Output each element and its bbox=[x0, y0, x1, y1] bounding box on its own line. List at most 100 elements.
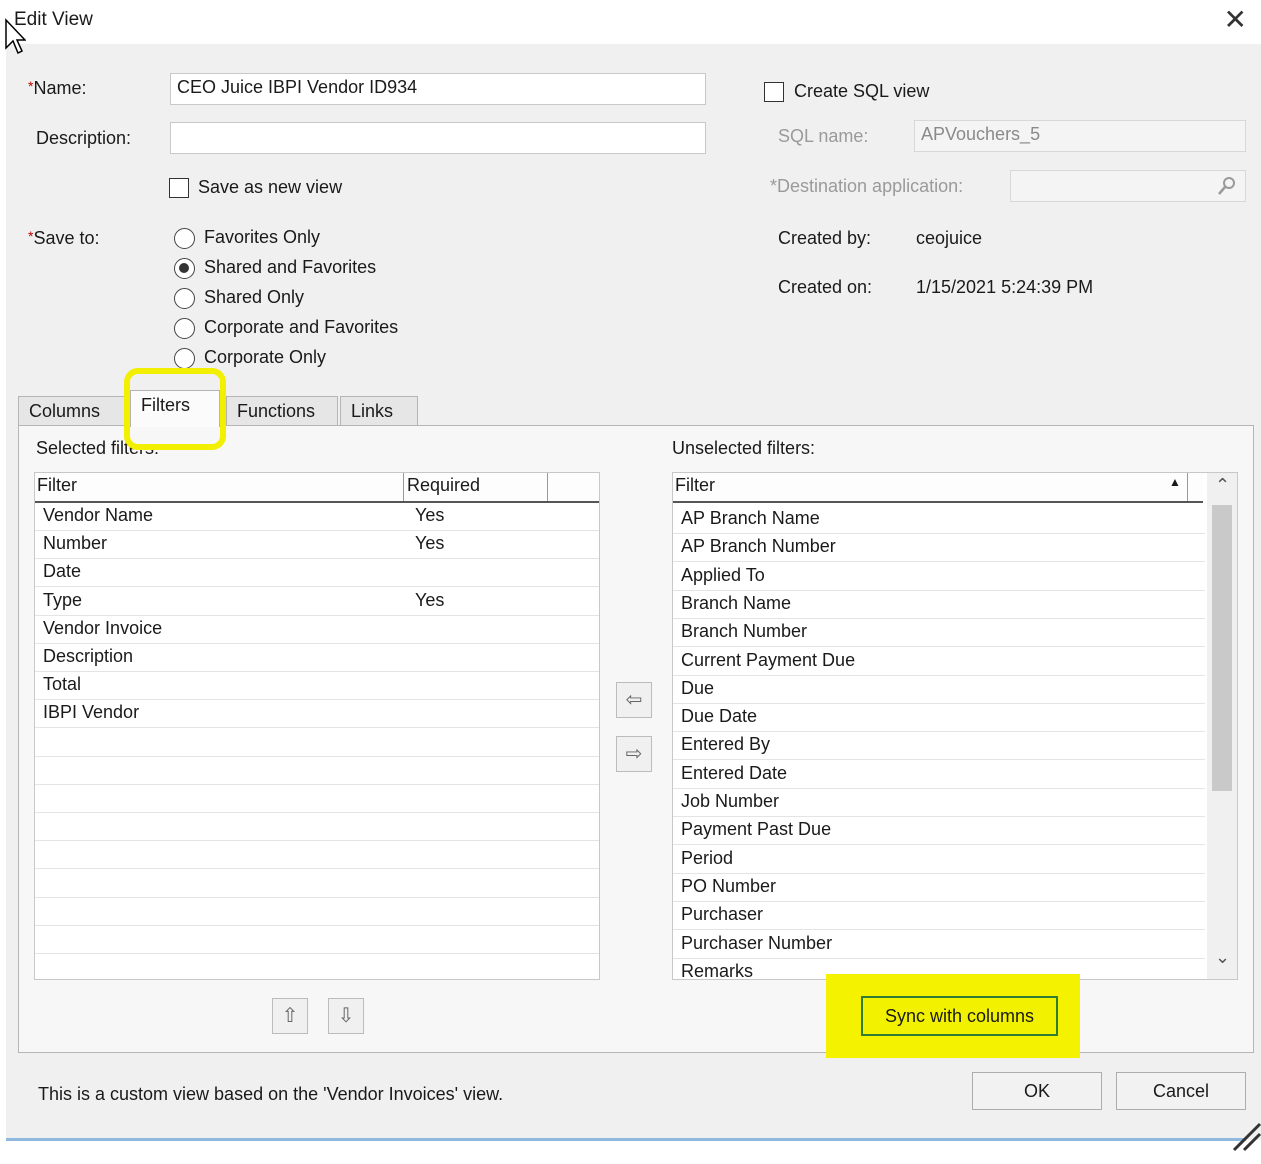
radio-label-shared-and-favorites: Shared and Favorites bbox=[204, 257, 377, 277]
table-row[interactable] bbox=[35, 926, 599, 954]
column-divider bbox=[547, 473, 548, 501]
list-item[interactable]: AP Branch Number bbox=[673, 534, 1205, 563]
edit-view-dialog: Edit View ✕ *Name: CEO Juice IBPI Vendor… bbox=[6, 0, 1261, 1140]
radio-corporate-only[interactable] bbox=[174, 348, 195, 369]
list-item[interactable]: Due bbox=[673, 676, 1205, 704]
list-item[interactable]: Branch Number bbox=[673, 619, 1205, 648]
list-item[interactable]: Due Date bbox=[673, 704, 1205, 733]
table-row[interactable]: IBPI Vendor bbox=[35, 700, 599, 729]
list-item[interactable]: Entered Date bbox=[673, 761, 1205, 789]
required-cell: Yes bbox=[415, 505, 445, 525]
table-row[interactable]: Description bbox=[35, 644, 599, 672]
create-sql-view-checkbox[interactable] bbox=[764, 82, 784, 102]
filter-name-cell: Date bbox=[43, 561, 82, 582]
filter-name-cell: Description bbox=[43, 646, 134, 666]
tab-functions[interactable]: Functions bbox=[226, 396, 338, 426]
footer-note: This is a custom view based on the 'Vend… bbox=[38, 1084, 504, 1104]
mouse-cursor-icon bbox=[5, 18, 26, 55]
list-item[interactable]: Period bbox=[673, 846, 1205, 874]
tab-links[interactable]: Links bbox=[340, 396, 418, 426]
unselected-filters-list[interactable]: Filter ▲ AP Branch Name AP Branch Number A… bbox=[672, 472, 1238, 980]
unselected-filters-header: Filter ▲ bbox=[673, 473, 1203, 503]
window-bottom-edge bbox=[6, 1138, 1246, 1141]
save-as-new-label: Save as new view bbox=[198, 177, 343, 197]
table-row[interactable] bbox=[35, 954, 599, 979]
table-row[interactable]: Vendor Invoice bbox=[35, 616, 599, 644]
created-on-label: Created on: bbox=[778, 277, 873, 297]
scroll-up-icon[interactable]: ⌃ bbox=[1215, 475, 1230, 496]
table-row[interactable] bbox=[35, 757, 599, 785]
description-field[interactable] bbox=[170, 122, 706, 154]
ok-button[interactable]: OK bbox=[972, 1072, 1102, 1110]
scroll-down-icon[interactable]: ⌄ bbox=[1215, 947, 1230, 968]
filter-name-cell: Total bbox=[43, 674, 82, 695]
name-label: *Name: bbox=[28, 78, 87, 98]
selected-filters-list[interactable]: Filter Required Vendor Name Yes Number Yes D… bbox=[34, 472, 600, 980]
list-item[interactable]: Applied To bbox=[673, 563, 1205, 591]
save-to-label: *Save to: bbox=[28, 228, 100, 248]
list-item[interactable]: PO Number bbox=[673, 874, 1205, 902]
name-field[interactable]: CEO Juice IBPI Vendor ID934 bbox=[170, 73, 706, 105]
required-cell: Yes bbox=[415, 533, 445, 554]
move-left-button[interactable]: ⇦ bbox=[616, 682, 652, 718]
filter-name-cell: Type bbox=[43, 589, 83, 610]
filter-name-cell: Vendor Name bbox=[43, 505, 154, 525]
table-row[interactable] bbox=[35, 841, 599, 870]
resize-grip-icon[interactable] bbox=[1228, 1118, 1261, 1152]
table-row[interactable] bbox=[35, 898, 599, 926]
table-row[interactable] bbox=[35, 785, 599, 813]
destination-application-label: *Destination application: bbox=[770, 176, 964, 196]
column-header-required[interactable]: Required bbox=[407, 475, 480, 496]
tab-columns[interactable]: Columns bbox=[18, 396, 126, 426]
list-item[interactable]: Purchaser bbox=[673, 902, 1205, 931]
cancel-button[interactable]: Cancel bbox=[1116, 1072, 1246, 1110]
table-row[interactable] bbox=[35, 813, 599, 842]
table-row[interactable]: Vendor Name Yes bbox=[35, 503, 599, 531]
list-item[interactable]: Branch Name bbox=[673, 591, 1205, 619]
sort-ascending-icon: ▲ bbox=[1169, 475, 1181, 489]
list-item[interactable]: Job Number bbox=[673, 789, 1205, 817]
column-divider bbox=[403, 473, 404, 501]
close-icon[interactable]: ✕ bbox=[1224, 4, 1247, 36]
list-item[interactable]: Payment Past Due bbox=[673, 817, 1205, 846]
filter-name-cell: IBPI Vendor bbox=[43, 702, 140, 723]
filters-tab-highlight bbox=[124, 368, 226, 450]
search-icon bbox=[1218, 177, 1235, 195]
required-cell: Yes bbox=[415, 589, 445, 610]
column-header-filter[interactable]: Filter bbox=[37, 475, 77, 496]
list-item[interactable]: Current Payment Due bbox=[673, 648, 1205, 676]
description-label: Description: bbox=[36, 128, 132, 148]
radio-label-corporate-and-favorites: Corporate and Favorites bbox=[204, 317, 399, 337]
sync-with-columns-button[interactable]: Sync with columns bbox=[861, 996, 1058, 1036]
radio-label-favorites-only: Favorites Only bbox=[204, 227, 321, 247]
destination-application-field bbox=[1010, 170, 1246, 202]
scrollbar-thumb[interactable] bbox=[1212, 505, 1232, 791]
radio-label-shared-only: Shared Only bbox=[204, 287, 305, 307]
vertical-scrollbar[interactable]: ⌃ ⌄ bbox=[1207, 473, 1237, 979]
move-down-button[interactable]: ⇩ bbox=[328, 998, 364, 1034]
radio-label-corporate-only: Corporate Only bbox=[204, 347, 327, 367]
selected-filters-header: Filter Required bbox=[35, 473, 599, 503]
radio-favorites-only[interactable] bbox=[174, 228, 195, 249]
table-row[interactable]: Date bbox=[35, 559, 599, 588]
column-divider bbox=[1187, 473, 1188, 501]
list-item[interactable]: Purchaser Number bbox=[673, 931, 1205, 959]
table-row[interactable]: Type Yes bbox=[35, 588, 599, 616]
list-item[interactable]: AP Branch Name bbox=[673, 506, 1205, 534]
move-right-button[interactable]: ⇨ bbox=[616, 736, 652, 772]
create-sql-view-label: Create SQL view bbox=[794, 81, 930, 101]
radio-corporate-and-favorites[interactable] bbox=[174, 318, 195, 339]
table-row[interactable] bbox=[35, 729, 599, 757]
created-by-value: ceojuice bbox=[916, 228, 983, 248]
move-up-button[interactable]: ⇧ bbox=[272, 998, 308, 1034]
created-by-label: Created by: bbox=[778, 228, 872, 248]
list-item[interactable]: Entered By bbox=[673, 732, 1205, 761]
table-row[interactable]: Number Yes bbox=[35, 531, 599, 560]
radio-shared-and-favorites[interactable] bbox=[174, 258, 195, 279]
table-row[interactable] bbox=[35, 870, 599, 898]
radio-shared-only[interactable] bbox=[174, 288, 195, 309]
filter-name-cell: Number bbox=[43, 533, 108, 554]
column-header-filter[interactable]: Filter bbox=[675, 475, 715, 496]
save-as-new-checkbox[interactable] bbox=[169, 178, 189, 198]
table-row[interactable]: Total bbox=[35, 672, 599, 701]
